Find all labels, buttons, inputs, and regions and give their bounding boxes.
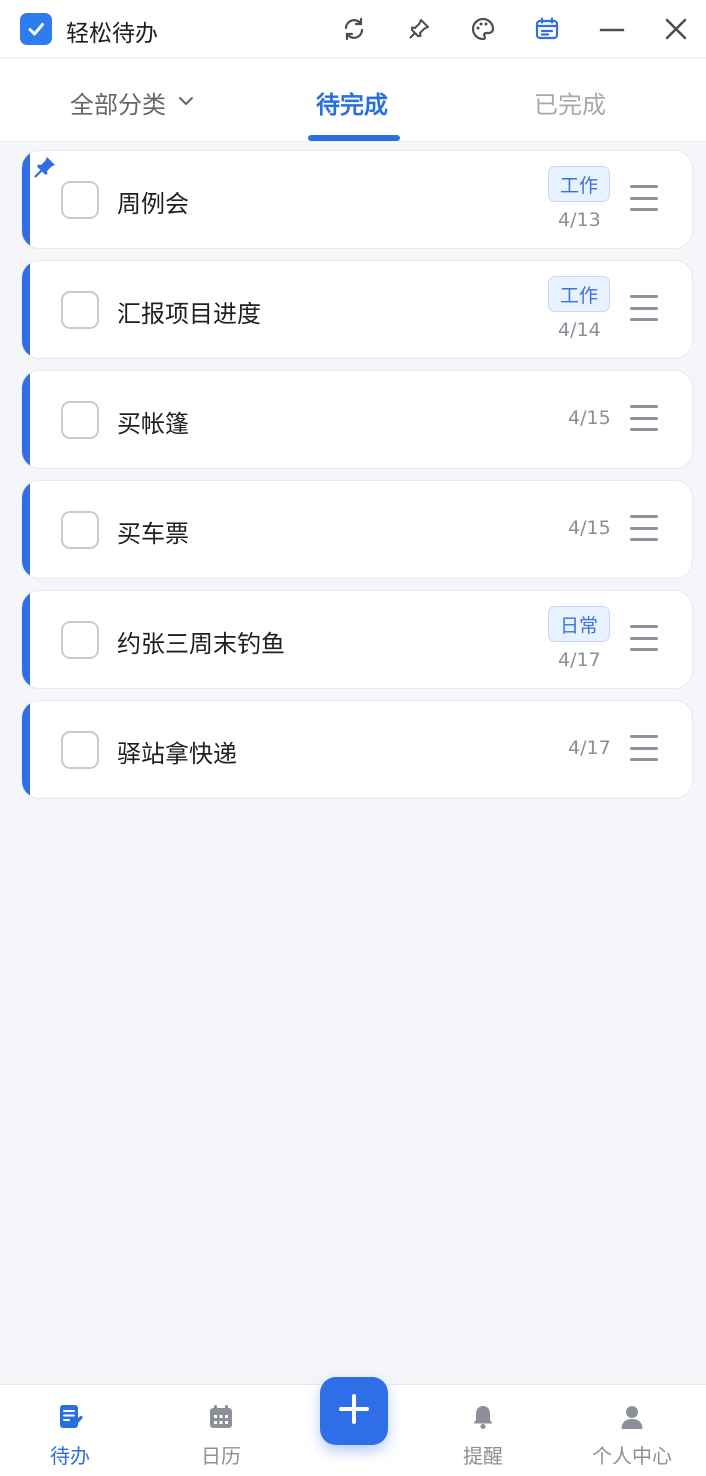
todo-checkbox[interactable] xyxy=(61,731,99,769)
todo-item[interactable]: 买帐篷 4/15 xyxy=(21,370,693,469)
tab-pending[interactable]: 待完成 xyxy=(316,85,388,120)
todo-item[interactable]: 汇报项目进度 工作 4/14 xyxy=(21,260,693,359)
bell-icon xyxy=(469,1403,497,1436)
nav-calendar[interactable]: 日历 xyxy=(201,1403,241,1469)
todo-date: 4/14 xyxy=(558,319,601,341)
category-dropdown[interactable]: 全部分类 xyxy=(70,85,196,120)
plus-icon xyxy=(336,1391,372,1431)
category-dropdown-label: 全部分类 xyxy=(70,91,166,119)
nav-profile-label: 个人中心 xyxy=(592,1444,672,1468)
todo-title: 驿站拿快递 xyxy=(117,740,237,768)
todo-item[interactable]: 周例会 工作 4/13 xyxy=(21,150,693,249)
todo-checkbox[interactable] xyxy=(61,401,99,439)
drag-handle-icon[interactable] xyxy=(630,515,660,541)
nav-reminder-label: 提醒 xyxy=(463,1444,503,1468)
todo-date: 4/17 xyxy=(558,649,601,671)
pin-icon[interactable] xyxy=(402,12,436,46)
todo-title: 周例会 xyxy=(117,190,189,218)
minimize-icon[interactable] xyxy=(595,12,629,46)
active-tab-indicator xyxy=(308,135,400,141)
drag-handle-icon[interactable] xyxy=(630,735,660,761)
sync-icon[interactable] xyxy=(337,12,371,46)
tab-done[interactable]: 已完成 xyxy=(534,85,606,120)
nav-todo[interactable]: 待办 xyxy=(50,1403,90,1469)
palette-icon[interactable] xyxy=(466,12,500,46)
todo-item[interactable]: 约张三周末钓鱼 日常 4/17 xyxy=(21,590,693,689)
todo-tag: 工作 xyxy=(548,166,610,202)
filter-tabs: 全部分类 待完成 已完成 xyxy=(0,59,706,142)
title-bar: 轻松待办 xyxy=(0,0,706,58)
nav-profile[interactable]: 个人中心 xyxy=(592,1403,672,1469)
todo-checkbox[interactable] xyxy=(61,621,99,659)
todo-title: 买车票 xyxy=(117,520,189,548)
app-title: 轻松待办 xyxy=(66,21,158,47)
todo-accent-bar xyxy=(22,261,30,358)
todo-accent-bar xyxy=(22,371,30,468)
todo-date: 4/15 xyxy=(568,407,611,429)
close-icon[interactable] xyxy=(659,12,693,46)
chevron-down-icon xyxy=(176,89,196,117)
pinned-icon xyxy=(33,155,57,179)
todo-accent-bar xyxy=(22,701,30,798)
todo-date: 4/15 xyxy=(568,517,611,539)
todo-title: 约张三周末钓鱼 xyxy=(117,630,285,658)
todo-checkbox[interactable] xyxy=(61,511,99,549)
add-todo-button[interactable] xyxy=(320,1377,388,1445)
nav-calendar-label: 日历 xyxy=(201,1444,241,1468)
todo-tag: 日常 xyxy=(548,606,610,642)
calendar-icon xyxy=(207,1403,235,1436)
drag-handle-icon[interactable] xyxy=(630,405,660,431)
drag-handle-icon[interactable] xyxy=(630,185,660,211)
todo-date: 4/17 xyxy=(568,737,611,759)
todo-item[interactable]: 驿站拿快递 4/17 xyxy=(21,700,693,799)
user-icon xyxy=(618,1403,646,1436)
todo-title: 汇报项目进度 xyxy=(117,300,261,328)
todo-accent-bar xyxy=(22,591,30,688)
drag-handle-icon[interactable] xyxy=(630,625,660,651)
todo-accent-bar xyxy=(22,151,30,248)
nav-reminder[interactable]: 提醒 xyxy=(463,1403,503,1469)
todo-item[interactable]: 买车票 4/15 xyxy=(21,480,693,579)
todo-date: 4/13 xyxy=(558,209,601,231)
todo-checkbox[interactable] xyxy=(61,181,99,219)
todo-checkbox[interactable] xyxy=(61,291,99,329)
drag-handle-icon[interactable] xyxy=(630,295,660,321)
todo-accent-bar xyxy=(22,481,30,578)
check-logo-icon xyxy=(20,13,52,45)
todo-tag: 工作 xyxy=(548,276,610,312)
nav-todo-label: 待办 xyxy=(50,1444,90,1468)
calendar-icon[interactable] xyxy=(530,12,564,46)
todo-list-icon xyxy=(56,1403,84,1436)
todo-title: 买帐篷 xyxy=(117,410,189,438)
